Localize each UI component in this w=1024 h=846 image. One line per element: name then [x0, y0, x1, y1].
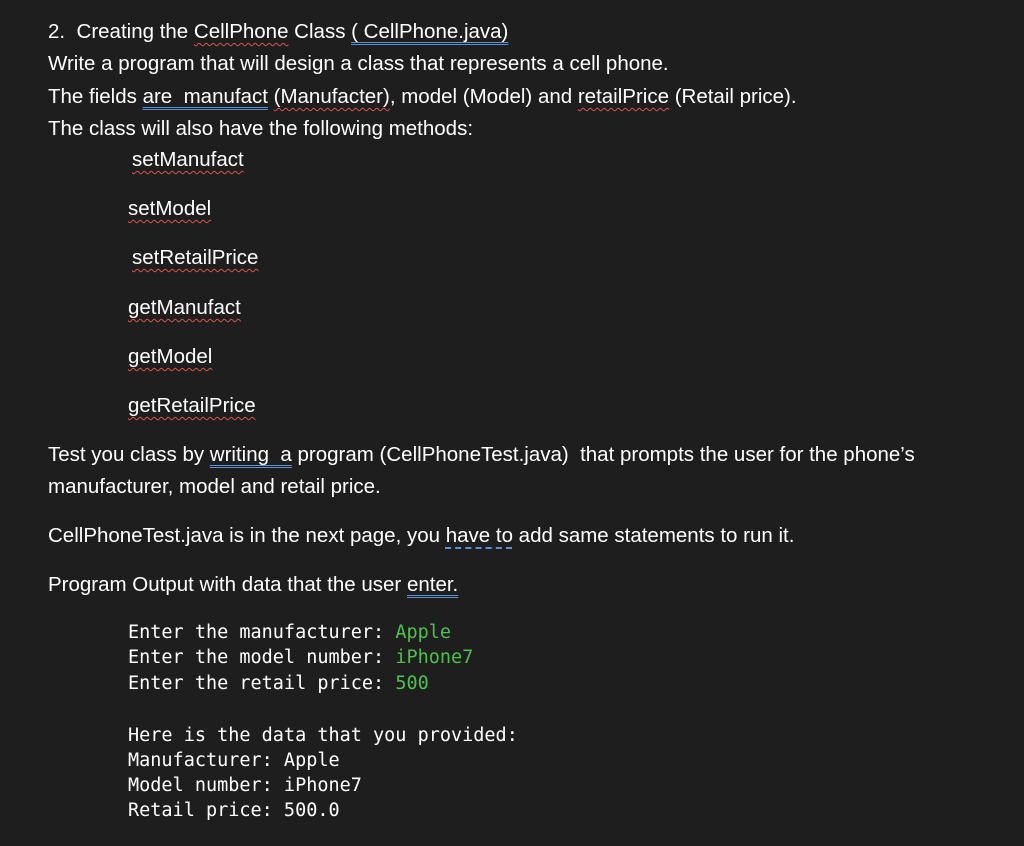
test-line-2: manufacturer, model and retail price.: [48, 475, 381, 498]
writing-a-phrase: writing a: [209, 443, 292, 466]
heading-class-word: CellPhone: [193, 20, 289, 43]
method-get-model: getModel: [128, 345, 213, 368]
heading-file-ref: ( CellPhone.java): [351, 20, 509, 43]
manufacter-word: (Manufacter): [273, 85, 390, 108]
have-to-phrase: have to: [445, 524, 513, 547]
method-set-retail-price: setRetailPrice: [132, 246, 259, 269]
output-result-price: Retail price: 500.0: [128, 800, 340, 821]
output-prompt-manufacturer: Enter the manufacturer: Apple: [128, 622, 452, 643]
retailprice-word: retailPrice: [577, 85, 669, 108]
next-page-note: CellPhoneTest.java is in the next page, …: [48, 524, 795, 547]
method-set-model: setModel: [128, 197, 212, 220]
section-number: 2.: [48, 20, 66, 43]
method-get-retail-price: getRetailPrice: [128, 394, 256, 417]
output-result-header: Here is the data that you provided:: [128, 725, 518, 746]
method-set-manufact: setManufact: [132, 148, 244, 171]
method-get-manufact: getManufact: [128, 296, 241, 319]
user-input-model: iPhone7: [395, 647, 474, 668]
output-prompt-model: Enter the model number: iPhone7: [128, 647, 474, 668]
user-input-price: 500: [395, 673, 429, 694]
test-line-1: Test you class by writing a program (Cel…: [48, 443, 915, 466]
output-result-manufacturer: Manufacturer: Apple: [128, 750, 340, 771]
fields-phrase: are manufact: [142, 85, 268, 108]
heading-text: Creating the: [76, 20, 194, 43]
output-prompt-price: Enter the retail price: 500: [128, 673, 429, 694]
user-input-manufacturer: Apple: [395, 622, 452, 643]
intro-line-1: Write a program that will design a class…: [48, 52, 669, 75]
section-heading: 2. Creating the CellPhone Class ( CellPh…: [48, 20, 508, 44]
intro-line-2: The fields are manufact (Manufacter), mo…: [48, 85, 797, 108]
intro-line-3: The class will also have the following m…: [48, 117, 474, 140]
output-result-model: Model number: iPhone7: [128, 775, 362, 796]
heading-text-mid: Class: [288, 20, 352, 43]
program-output-heading: Program Output with data that the user e…: [48, 573, 459, 596]
enter-word: enter.: [406, 573, 459, 596]
